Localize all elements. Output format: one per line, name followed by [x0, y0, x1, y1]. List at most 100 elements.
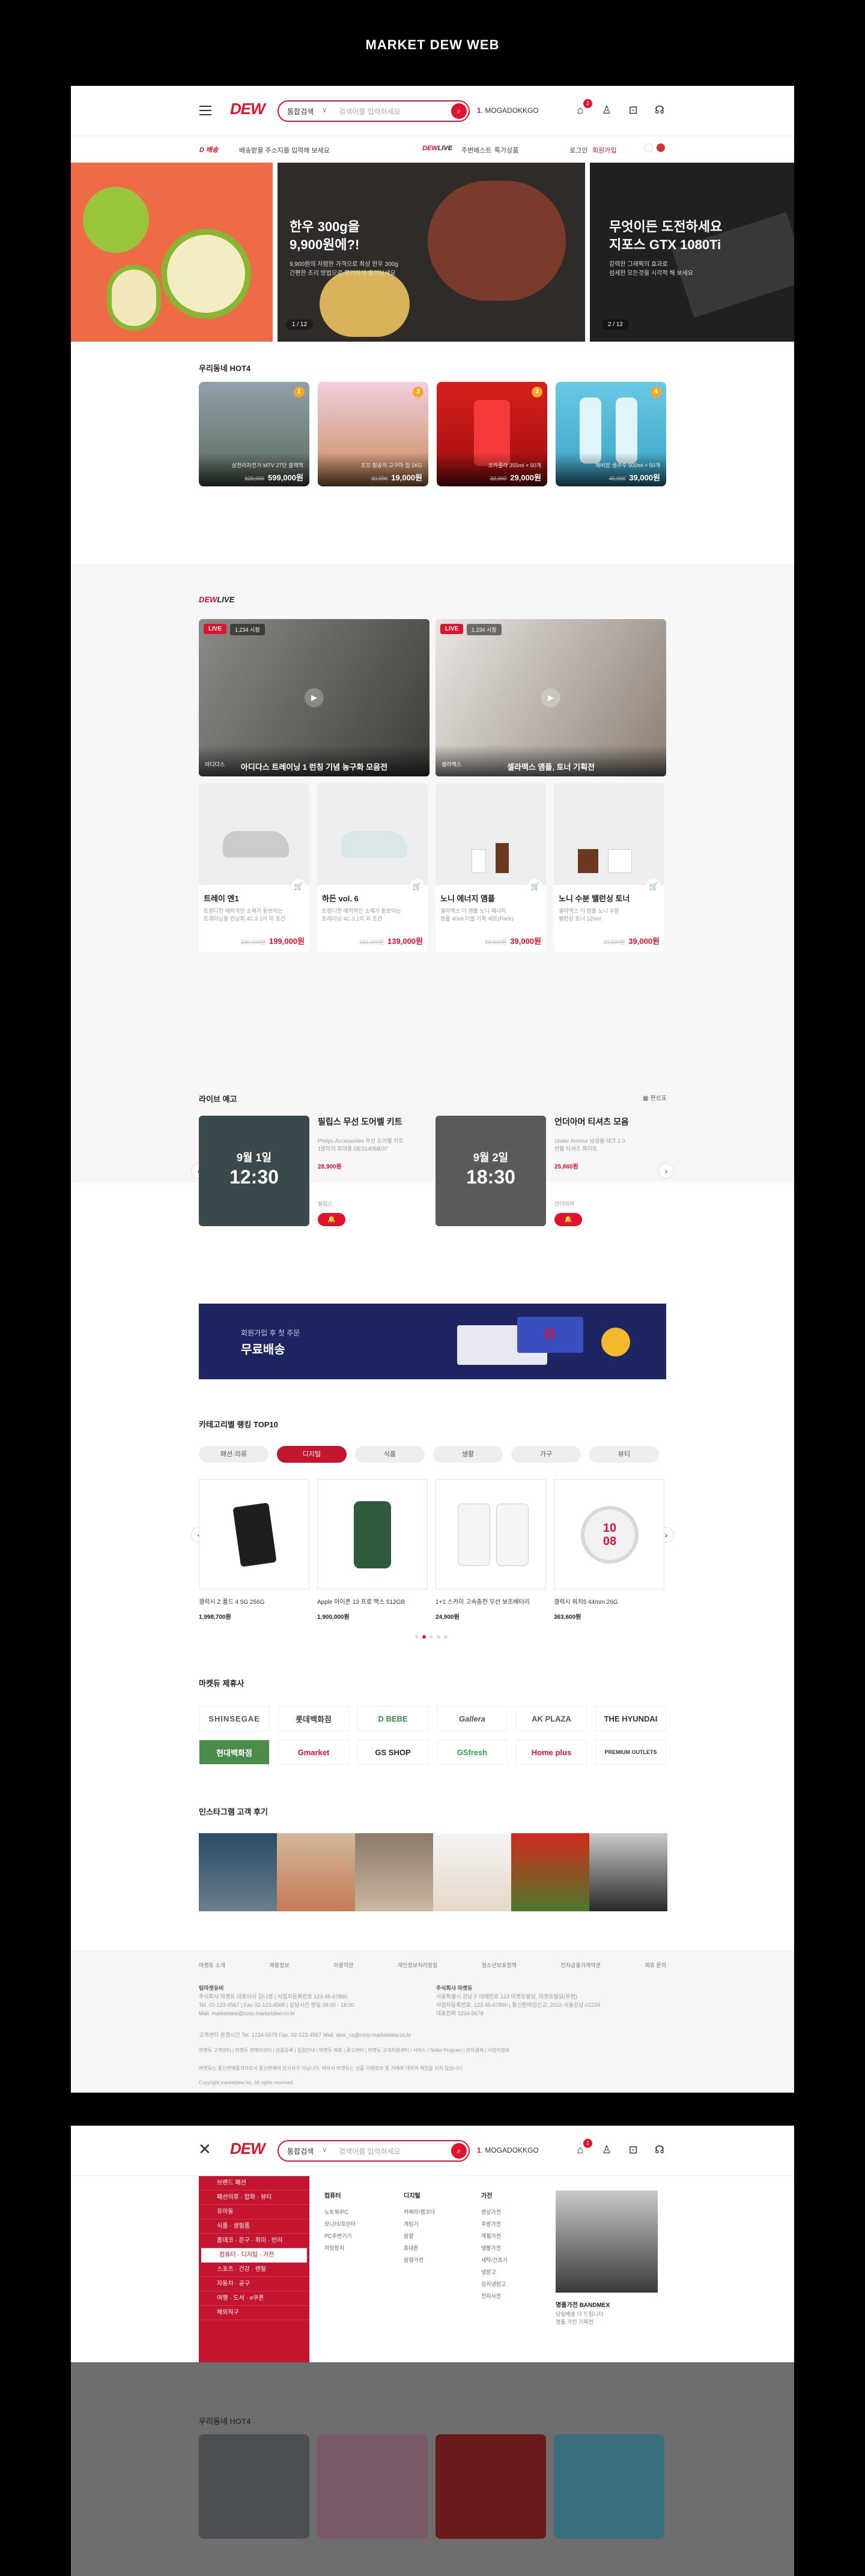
submenu-item[interactable]: 저장장치	[324, 2242, 356, 2254]
headset-icon[interactable]: ☊	[652, 2142, 667, 2157]
search-icon[interactable]: ⌕	[451, 2143, 467, 2159]
hero-slide-hanwoo[interactable]: 한우 300g을 9,900원에?! 9,900원의 저렴한 가격으로 최상 한…	[278, 163, 585, 342]
footer-link[interactable]: 마켓듀 소개	[199, 1961, 225, 1969]
hot4-card[interactable]: 2 꼬꼬 칠공치 고구마 칩 1KG 30,000 19,000원	[318, 382, 428, 486]
menu-category[interactable]: 자동차 · 공구	[199, 2277, 309, 2291]
hot4-card[interactable]: 4 에비앙 생수수 500ml × 50개 45,000 39,000원	[556, 382, 666, 486]
submenu-item[interactable]: 전자사전	[481, 2290, 508, 2302]
live-product-card[interactable]: 🛒 트레이 엔1 트렌디한 매력적인 소재가 돋보이는 트레이닝용 런닝화 4C…	[199, 783, 309, 952]
search-input[interactable]: 검색어를 입력하세요	[339, 106, 401, 116]
ranking-card[interactable]: 1+1 스카이 고속충전 무선 보조배터리 24,900원	[436, 1479, 546, 1621]
dimmed-overlay[interactable]: 우리동네 HOT4	[71, 2362, 794, 2576]
menu-category[interactable]: 여행 · 도서 · e쿠폰	[199, 2291, 309, 2306]
bell-icon[interactable]: ⌂ 2	[573, 2139, 592, 2157]
footer-link[interactable]: 제휴 문의	[645, 1961, 666, 1969]
tab-digital[interactable]: 디지털	[277, 1446, 347, 1463]
partner-logo[interactable]: THE HYUNDAI	[595, 1706, 666, 1731]
ranking-card[interactable]: 갤럭시 Z 폴드 4 5G 256G 1,998,700원	[199, 1479, 309, 1621]
play-icon[interactable]: ▶	[305, 688, 324, 707]
carousel-dot[interactable]	[415, 1635, 419, 1639]
footer-link[interactable]: 이용약관	[333, 1961, 353, 1969]
instagram-photo[interactable]	[433, 1833, 511, 1911]
submenu-item[interactable]: 김치냉장고	[481, 2278, 508, 2290]
play-icon[interactable]: ▶	[541, 688, 560, 707]
partner-logo[interactable]: Home plus	[516, 1740, 587, 1765]
alarm-button[interactable]: 🔔	[554, 1213, 582, 1226]
submenu-item[interactable]: 냉장고	[481, 2266, 508, 2278]
live-product-card[interactable]: 🛒 노니 에너지 앰플 셀라맥스 더 앰플 노니 에너지 앰플 40ml 더블 …	[436, 783, 546, 952]
hot4-card[interactable]: 3 코카콜라 355ml × 50개 32,000 29,000원	[437, 382, 547, 486]
cart-icon[interactable]: ⊡	[626, 2142, 640, 2157]
menu-category[interactable]: 브랜드 패션	[199, 2176, 309, 2191]
realtime-keyword[interactable]: 1. MOGADOKKGO	[477, 2146, 539, 2154]
submenu-item[interactable]: 세탁/건조기	[481, 2254, 508, 2266]
instagram-photo[interactable]	[511, 1833, 589, 1911]
user-icon[interactable]: ♙	[599, 103, 614, 117]
partner-logo[interactable]: 롯데백화점	[278, 1706, 349, 1731]
partner-logo[interactable]: PREMIUM OUTLETS	[595, 1740, 666, 1765]
preview-card[interactable]: 9월 1일 12:30 필립스 무선 도어벨 키트 Philips Access…	[199, 1116, 429, 1226]
search-category[interactable]: 통합검색	[287, 2146, 314, 2156]
footer-link[interactable]: 전자금융거래약관	[561, 1961, 601, 1969]
dewlive-link[interactable]: DEWLIVE	[422, 145, 452, 152]
signup-link[interactable]: 회원가입	[592, 145, 616, 155]
carousel-dot[interactable]	[444, 1635, 448, 1639]
hot4-card[interactable]: 1 삼천리자전거 MTV 27단 블랙텍 620,000 599,000원	[199, 382, 309, 486]
search-bar[interactable]: 통합검색 ∨ 검색어를 입력하세요 ⌕	[278, 2140, 470, 2162]
menu-category[interactable]: 스포츠 · 건강 · 렌탈	[199, 2263, 309, 2277]
footer-link[interactable]: 채용정보	[270, 1961, 290, 1969]
ranking-card[interactable]: 10 08 갤럭시 워치5 44mm 26G 363,600원	[554, 1479, 664, 1621]
partner-logo[interactable]: D BEBE	[357, 1706, 428, 1731]
hero-slide-apple[interactable]	[71, 163, 273, 342]
menu-category[interactable]: 식품 · 생필품	[199, 2219, 309, 2234]
nav-special-price[interactable]: 특가상품	[494, 145, 518, 155]
hero-slide-gtx[interactable]: 무엇이든 도전하세요 지포스 GTX 1080Ti 강력한 그래픽의 효과로 섬…	[590, 163, 794, 342]
submenu-item[interactable]: 생활가전	[481, 2242, 508, 2254]
ranking-card[interactable]: Apple 아이폰 13 프로 맥스 512GB 1,900,000원	[317, 1479, 428, 1621]
flag-kr-icon[interactable]	[645, 144, 653, 152]
submenu-item[interactable]: 음향	[404, 2230, 435, 2242]
cart-icon[interactable]: 🛒	[291, 879, 306, 893]
cart-icon[interactable]: 🛒	[410, 879, 424, 893]
user-icon[interactable]: ♙	[599, 2142, 614, 2157]
tab-food[interactable]: 식품	[355, 1446, 425, 1463]
carousel-dot[interactable]	[422, 1635, 426, 1639]
close-icon[interactable]: ✕	[198, 2140, 211, 2159]
tab-fashion[interactable]: 패션·의류	[199, 1446, 269, 1463]
live-video-card[interactable]: LIVE 1,234 시청 ▶ 셀라맥스 앰플, 토너 기획전 셀라맥스	[436, 619, 666, 776]
tab-furniture[interactable]: 가구	[511, 1446, 581, 1463]
instagram-photo[interactable]	[277, 1833, 355, 1911]
live-product-card[interactable]: 🛒 하든 vol. 6 트렌디한 매력적인 소재가 돋보이는 트레이닝 4C.3…	[317, 783, 428, 952]
live-video-card[interactable]: LIVE 1,234 시청 ▶ 아디다스 트레이닝 1 런칭 기념 농구화 모음…	[199, 619, 429, 776]
menu-category-active[interactable]: 컴퓨터 · 디지털 · 가전	[201, 2248, 307, 2263]
schedule-link[interactable]: ▦ 편성표	[643, 1093, 667, 1102]
menu-icon[interactable]	[199, 106, 211, 115]
promo-image[interactable]	[556, 2191, 658, 2293]
menu-category[interactable]: 패션의류 · 잡화 · 뷰티	[199, 2191, 309, 2205]
submenu-item[interactable]: 게임기	[404, 2218, 435, 2230]
partner-logo[interactable]: 현대백화점	[199, 1740, 270, 1765]
footer-link[interactable]: 청소년보호정책	[482, 1961, 517, 1969]
login-link[interactable]: 로그인	[569, 145, 587, 155]
partner-logo[interactable]: AK PLAZA	[516, 1706, 587, 1731]
carousel-dot[interactable]	[437, 1635, 440, 1639]
tab-beauty[interactable]: 뷰티	[589, 1446, 659, 1463]
partner-logo[interactable]: GSfresh	[437, 1740, 508, 1765]
submenu-item[interactable]: 주방가전	[481, 2218, 508, 2230]
search-bar[interactable]: 통합검색 ∨ 검색어를 입력하세요 ⌕	[278, 100, 470, 122]
submenu-item[interactable]: 영상가전	[481, 2206, 508, 2218]
cart-icon[interactable]: ⊡	[626, 103, 640, 117]
submenu-item[interactable]: PC주변기기	[324, 2230, 356, 2242]
bell-icon[interactable]: ⌂ 2	[573, 99, 592, 117]
instagram-photo[interactable]	[199, 1833, 277, 1911]
submenu-item[interactable]: 계절가전	[481, 2230, 508, 2242]
address-input[interactable]: 배송받을 주소지를 입력해 보세요	[239, 145, 330, 155]
submenu-item[interactable]: 모니터/프린터	[324, 2218, 356, 2230]
partner-logo[interactable]: GS SHOP	[357, 1740, 428, 1765]
preview-card[interactable]: 9월 2일 18:30 언더아머 티셔츠 모음 Under Armour 남성용…	[436, 1116, 666, 1226]
menu-category[interactable]: 해외직구	[199, 2306, 309, 2320]
site-logo[interactable]: DEW	[230, 2139, 266, 2158]
free-shipping-banner[interactable]: 회원가입 후 첫 주문 무료배송 D	[199, 1304, 666, 1379]
tab-living[interactable]: 생활	[433, 1446, 503, 1463]
submenu-item[interactable]: 음향가전	[404, 2254, 435, 2266]
